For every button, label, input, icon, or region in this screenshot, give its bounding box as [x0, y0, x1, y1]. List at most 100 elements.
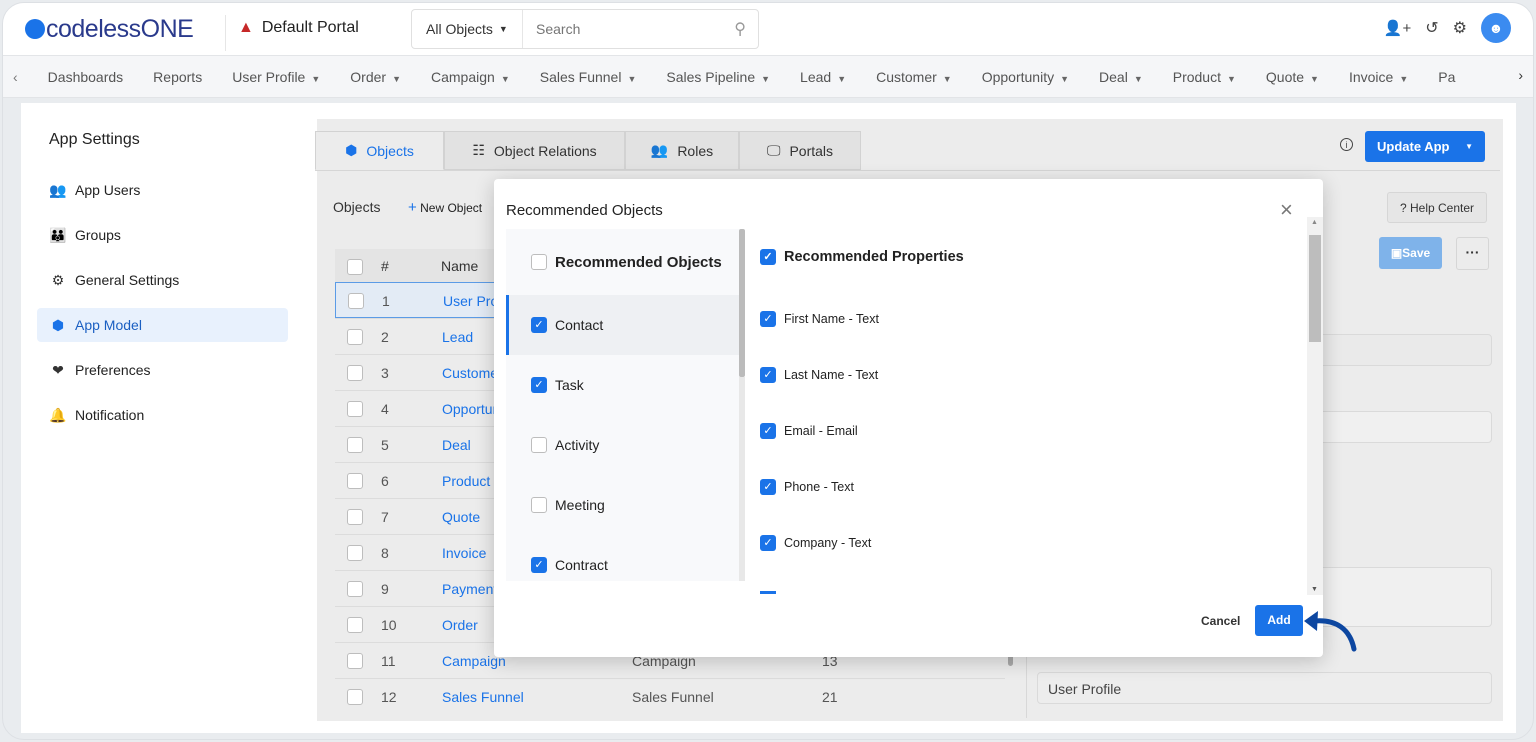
row-checkbox[interactable] — [347, 473, 363, 489]
row-checkbox[interactable] — [347, 581, 363, 597]
row-checkbox[interactable] — [347, 437, 363, 453]
row-checkbox[interactable] — [347, 365, 363, 381]
checkbox[interactable]: ✓ — [760, 535, 776, 551]
gear-icon[interactable]: ⚙ — [1453, 18, 1467, 38]
top-header: codelessONE ▲ Default Portal All Objects ▼… — [3, 3, 1533, 56]
nav-item-campaign[interactable]: Campaign ▼ — [431, 69, 510, 85]
sidebar-item-app-model[interactable]: ⬢ App Model — [37, 308, 288, 342]
logo[interactable]: codelessONE — [25, 15, 194, 44]
objects-list-scrolltrack — [739, 377, 745, 581]
recommended-object-meeting[interactable]: Meeting — [506, 475, 740, 535]
object-name-link[interactable]: Lead — [442, 329, 473, 345]
sidebar-item-app-users[interactable]: 👥 App Users — [37, 173, 288, 207]
save-button[interactable]: ▣ Save — [1379, 237, 1442, 269]
scroll-right-icon[interactable]: › — [1512, 67, 1523, 83]
row-checkbox[interactable] — [348, 293, 364, 309]
avatar[interactable]: ☻ — [1481, 13, 1511, 43]
object-name-link[interactable]: Order — [442, 617, 478, 633]
nav-item-lead[interactable]: Lead ▼ — [800, 69, 846, 85]
help-center-button[interactable]: ? Help Center — [1387, 192, 1487, 223]
nav-item-reports[interactable]: Reports — [153, 69, 202, 85]
scroll-left-icon[interactable]: ‹ — [13, 69, 18, 85]
nav-item-pa[interactable]: Pa — [1438, 69, 1455, 85]
add-button[interactable]: Add — [1255, 605, 1303, 636]
checkbox[interactable] — [531, 497, 547, 513]
more-options-button[interactable]: ··· — [1456, 237, 1489, 270]
caret-down-icon[interactable]: ▼ — [1465, 142, 1473, 151]
checkbox[interactable] — [760, 591, 776, 594]
row-checkbox[interactable] — [347, 329, 363, 345]
nav-item-dashboards[interactable]: Dashboards — [48, 69, 124, 85]
add-user-icon[interactable]: 👤+ — [1384, 19, 1411, 37]
row-checkbox[interactable] — [347, 545, 363, 561]
nav-item-sales-pipeline[interactable]: Sales Pipeline ▼ — [666, 69, 770, 85]
tab-roles[interactable]: 👥 Roles — [625, 131, 739, 170]
recommended-object-contract[interactable]: ✓ Contract — [506, 535, 740, 581]
sidebar-item-general-settings[interactable]: ⚙ General Settings — [37, 263, 288, 297]
sidebar-item-preferences[interactable]: ❤ Preferences — [37, 353, 288, 387]
nav-item-product[interactable]: Product ▼ — [1173, 69, 1236, 85]
info-icon[interactable]: i — [1340, 138, 1353, 151]
history-icon[interactable]: ↺ — [1425, 18, 1438, 38]
tab-portals[interactable]: 🖵 Portals — [739, 131, 861, 170]
tab-objects[interactable]: ⬢ Objects — [315, 131, 444, 170]
checkbox[interactable]: ✓ — [531, 557, 547, 573]
recommended-property[interactable]: ✓ Phone - Text — [760, 479, 854, 495]
object-name-link[interactable]: Quote — [442, 509, 480, 525]
nav-item-user-profile[interactable]: User Profile ▼ — [232, 69, 320, 85]
update-app-button[interactable]: Update App ▼ — [1365, 131, 1485, 162]
plural-label-field[interactable]: User Profile — [1037, 672, 1492, 704]
object-name-link[interactable]: Product — [442, 473, 490, 489]
checkbox[interactable]: ✓ — [760, 249, 776, 265]
object-name-link[interactable]: Invoice — [442, 545, 486, 561]
recommended-object-task[interactable]: ✓ Task — [506, 355, 740, 415]
object-name-link[interactable]: Payment — [442, 581, 497, 597]
nav-item-order[interactable]: Order ▼ — [350, 69, 401, 85]
cancel-button[interactable]: Cancel — [1201, 614, 1240, 628]
recommended-property[interactable]: ✓ Company - Text — [760, 535, 871, 551]
portal-selector[interactable]: ▲ Default Portal — [225, 15, 359, 51]
checkbox[interactable]: ✓ — [760, 367, 776, 383]
row-checkbox[interactable] — [347, 509, 363, 525]
nav-item-deal[interactable]: Deal ▼ — [1099, 69, 1143, 85]
checkbox[interactable] — [531, 437, 547, 453]
row-checkbox[interactable] — [347, 653, 363, 669]
recommended-property[interactable]: ✓ Email - Email — [760, 423, 858, 439]
properties-scrollbar[interactable]: ▲ ▼ — [1307, 217, 1323, 595]
object-name-link[interactable]: Deal — [442, 437, 471, 453]
recommended-object-activity[interactable]: Activity — [506, 415, 740, 475]
select-all-checkbox[interactable] — [347, 259, 363, 275]
row-checkbox[interactable] — [347, 689, 363, 705]
checkbox[interactable]: ✓ — [760, 311, 776, 327]
recommended-object-contact[interactable]: ✓ Contact — [506, 295, 740, 355]
checkbox[interactable]: ✓ — [760, 423, 776, 439]
close-icon[interactable]: × — [1280, 197, 1293, 223]
search-scope-dropdown[interactable]: All Objects ▼ — [412, 10, 523, 48]
objects-list-scrollbar[interactable] — [739, 229, 745, 377]
row-checkbox[interactable] — [347, 617, 363, 633]
recommended-property[interactable]: ✓ First Name - Text — [760, 311, 879, 327]
object-name-link[interactable]: Sales Funnel — [442, 689, 524, 705]
checkbox[interactable] — [531, 254, 547, 270]
nav-item-quote[interactable]: Quote ▼ — [1266, 69, 1319, 85]
row-number: 10 — [381, 617, 397, 633]
sidebar-item-groups[interactable]: 👪 Groups — [37, 218, 288, 252]
nav-item-opportunity[interactable]: Opportunity ▼ — [982, 69, 1069, 85]
row-checkbox[interactable] — [347, 401, 363, 417]
nav-item-sales-funnel[interactable]: Sales Funnel ▼ — [540, 69, 637, 85]
nav-item-customer[interactable]: Customer ▼ — [876, 69, 952, 85]
nav-item-invoice[interactable]: Invoice ▼ — [1349, 69, 1408, 85]
new-object-button[interactable]: + New Object — [408, 199, 482, 216]
column-header-num: # — [381, 258, 389, 274]
search-input[interactable] — [523, 21, 735, 37]
select-all-objects[interactable]: Recommended Objects — [506, 229, 740, 295]
checkbox[interactable]: ✓ — [531, 317, 547, 333]
checkbox[interactable]: ✓ — [531, 377, 547, 393]
tab-object-relations[interactable]: ☷ Object Relations — [444, 131, 625, 170]
recommended-property[interactable]: ✓ Last Name - Text — [760, 367, 878, 383]
sidebar-item-notification[interactable]: 🔔 Notification — [37, 398, 288, 432]
checkbox[interactable]: ✓ — [760, 479, 776, 495]
search-icon[interactable]: ⚲ — [734, 19, 746, 39]
select-all-properties[interactable]: ✓ Recommended Properties — [760, 249, 964, 265]
table-row[interactable]: 12 Sales Funnel Sales Funnel 21 — [335, 678, 1005, 714]
